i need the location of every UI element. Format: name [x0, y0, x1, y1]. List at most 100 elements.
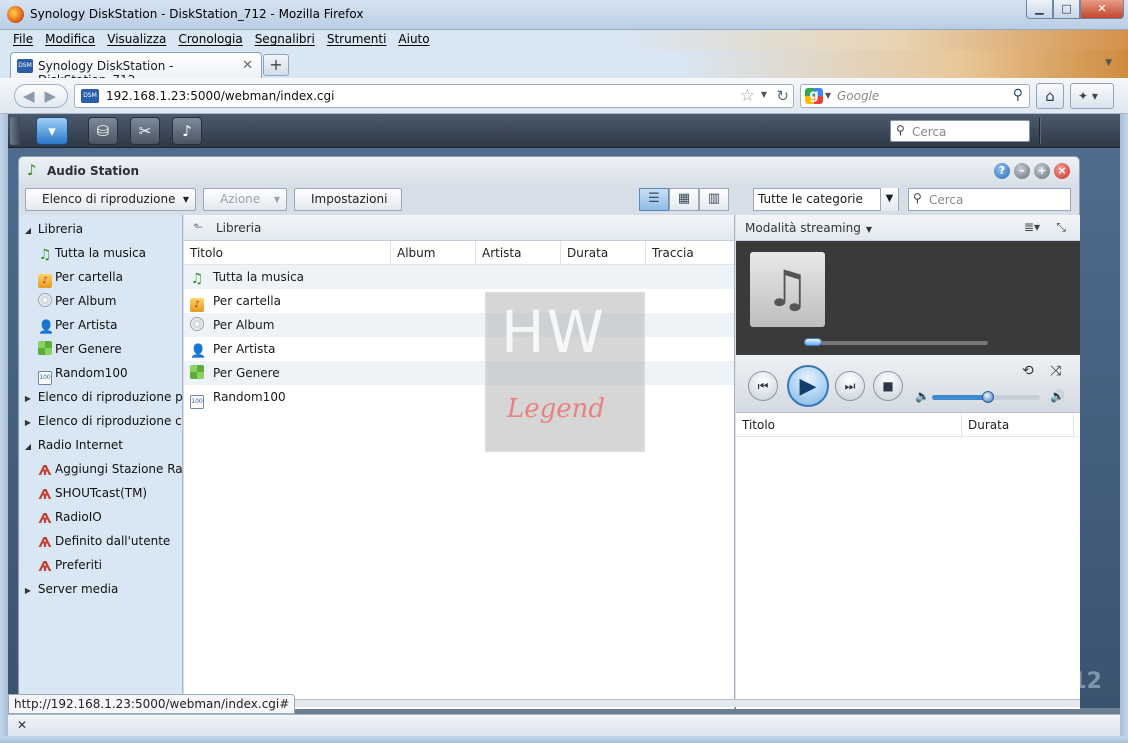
tree-item-random100[interactable]: 100 Random100: [38, 361, 128, 385]
chevron-down-icon[interactable]: ▼: [880, 188, 898, 211]
main-menu-button[interactable]: ▾: [36, 117, 68, 145]
tree-group-personal-playlists[interactable]: ▶ Elenco di riproduzione pe: [22, 385, 182, 411]
url-history-chevron-icon[interactable]: ▼: [761, 90, 767, 99]
coverflow-view-button[interactable]: ▥: [699, 188, 729, 211]
streaming-mode-dropdown[interactable]: Modalità streaming ▼: [745, 221, 872, 235]
menu-aiuto[interactable]: Aiuto: [391, 30, 434, 46]
back-forward-buttons[interactable]: ◀▶: [14, 84, 68, 108]
list-item-title: Per cartella: [213, 294, 281, 308]
app-close-icon[interactable]: ×: [1054, 163, 1070, 179]
app-maximize-icon[interactable]: +: [1034, 163, 1050, 179]
column-header-traccia[interactable]: Traccia: [646, 241, 731, 265]
minimize-button[interactable]: ▁: [1026, 0, 1053, 19]
list-item[interactable]: Per Genere: [184, 361, 734, 385]
volume-handle[interactable]: [982, 391, 995, 403]
collapsed-triangle-icon[interactable]: ▶: [22, 411, 34, 435]
repeat-icon[interactable]: ⟲: [1022, 363, 1034, 379]
web-search-box[interactable]: g ▼ Google ⚲: [800, 84, 1030, 108]
app-minimize-icon[interactable]: –: [1014, 163, 1030, 179]
grid-view-button[interactable]: ▦: [669, 188, 699, 211]
tab-list-chevron-icon[interactable]: ▼: [1105, 58, 1112, 68]
search-icon[interactable]: ⚲: [1013, 87, 1023, 103]
previous-track-button[interactable]: ⏮: [748, 371, 778, 401]
tree-group-shared-playlists[interactable]: ▶ Elenco di riproduzione co: [22, 409, 182, 435]
url-bar[interactable]: DSM 192.168.1.23:5000/webman/index.cgi ☆…: [74, 84, 794, 108]
app-toolbar: Elenco di riproduzione ▼ Azione ▼ Impost…: [19, 185, 1079, 215]
column-header-titolo[interactable]: Titolo: [736, 413, 962, 437]
taskbar-grip[interactable]: [10, 117, 20, 145]
menu-file[interactable]: File: [0, 30, 38, 46]
collapsed-triangle-icon[interactable]: ▶: [22, 579, 34, 603]
tree-group-server-media[interactable]: ▶ Server media: [22, 577, 118, 601]
tree-group-libreria[interactable]: ◢ Libreria: [22, 217, 83, 241]
new-tab-button[interactable]: +: [263, 54, 289, 76]
library-search-placeholder: Cerca: [929, 193, 964, 207]
menu-segnalibri[interactable]: Segnalibri: [248, 30, 320, 46]
app-titlebar[interactable]: ♪ Audio Station ? – + ×: [19, 157, 1079, 185]
control-panel-button[interactable]: ✂: [130, 117, 160, 145]
bookmark-star-icon[interactable]: ☆: [740, 86, 755, 106]
maximize-button[interactable]: □: [1053, 0, 1080, 19]
settings-button[interactable]: Impostazioni: [294, 188, 402, 211]
seek-bar[interactable]: [804, 341, 988, 345]
search-engine-chevron-icon[interactable]: ▼: [825, 91, 831, 100]
tab-diskstation[interactable]: DSM Synology DiskStation - DiskStation_7…: [10, 52, 262, 87]
menu-cronologia[interactable]: Cronologia: [171, 30, 247, 46]
tree-item-shoutcast[interactable]: Ѧ SHOUTcast(TM): [38, 481, 148, 505]
audio-station-taskbar-button[interactable]: ♪: [172, 117, 202, 145]
seek-handle[interactable]: [804, 338, 822, 346]
tree-item-per-album[interactable]: Per Album: [38, 289, 116, 313]
playlist-dropdown[interactable]: Elenco di riproduzione ▼: [25, 188, 196, 211]
menu-visualizza[interactable]: Visualizza: [100, 30, 171, 46]
expand-triangle-icon[interactable]: ◢: [22, 219, 34, 243]
tree-item-tutta-la-musica[interactable]: ♫ Tutta la musica: [38, 241, 146, 265]
tree-item-radioio[interactable]: Ѧ RadioIO: [38, 505, 102, 529]
mini-player-icon[interactable]: ⤡: [1056, 220, 1066, 235]
tree-item-user-defined[interactable]: Ѧ Definito dall'utente: [38, 529, 171, 553]
list-view-button[interactable]: ☰: [639, 188, 669, 211]
up-level-icon[interactable]: ⬑: [193, 220, 203, 234]
list-item[interactable]: ♪ Per cartella: [184, 289, 734, 313]
shuffle-icon[interactable]: ⤨: [1050, 363, 1061, 379]
close-window-button[interactable]: ✕: [1080, 0, 1124, 19]
list-item[interactable]: Per Album: [184, 313, 734, 337]
menu-modifica[interactable]: Modifica: [38, 30, 100, 46]
tree-item-per-artista[interactable]: 👤Per Artista: [38, 313, 117, 337]
collapsed-triangle-icon[interactable]: ▶: [22, 387, 34, 411]
list-item[interactable]: 👤 Per Artista: [184, 337, 734, 361]
tree-item-preferiti[interactable]: Ѧ Preferiti: [38, 553, 102, 577]
expand-triangle-icon[interactable]: ◢: [22, 435, 34, 459]
tree-item-add-station[interactable]: Ѧ Aggiungi Stazione Rac: [38, 457, 182, 481]
column-header-album[interactable]: Album: [391, 241, 476, 265]
library-search-input[interactable]: ⚲ Cerca: [908, 188, 1071, 211]
dsm-search-box[interactable]: ⚲ Cerca: [890, 120, 1030, 142]
close-addon-bar-icon[interactable]: ✕: [17, 718, 27, 732]
play-button[interactable]: ▶: [787, 365, 829, 407]
list-item[interactable]: ♫ Tutta la musica: [184, 265, 734, 289]
column-header-durata[interactable]: Durata: [561, 241, 646, 265]
playlist-menu-icon[interactable]: ≣▾: [1024, 220, 1040, 234]
next-track-button[interactable]: ⏭: [835, 371, 865, 401]
addons-button[interactable]: ✦ ▾: [1070, 83, 1114, 109]
stop-button[interactable]: ■: [873, 371, 903, 401]
storage-manager-button[interactable]: ⛁: [88, 117, 118, 145]
reload-icon[interactable]: ↻: [776, 87, 789, 105]
category-select[interactable]: Tutte le categorie ▼: [753, 188, 899, 211]
column-header-durata[interactable]: Durata: [962, 413, 1074, 437]
column-header-artista[interactable]: Artista: [476, 241, 561, 265]
list-item-title: Random100: [213, 390, 286, 404]
help-icon[interactable]: ?: [994, 163, 1010, 179]
url-text[interactable]: 192.168.1.23:5000/webman/index.cgi: [106, 89, 334, 103]
tab-close-icon[interactable]: ✕: [242, 58, 253, 73]
breadcrumb-label[interactable]: Libreria: [216, 221, 261, 235]
dsm-search-icon: ⚲: [896, 123, 905, 137]
tree-item-per-genere[interactable]: Per Genere: [38, 337, 122, 361]
action-dropdown[interactable]: Azione ▼: [203, 188, 287, 211]
google-logo-icon[interactable]: g: [805, 88, 823, 104]
home-button[interactable]: ⌂: [1036, 83, 1064, 109]
tree-group-radio-internet[interactable]: ◢ Radio Internet: [22, 433, 123, 457]
list-item[interactable]: 100 Random100: [184, 385, 734, 409]
column-header-titolo[interactable]: Titolo: [184, 241, 391, 265]
menu-strumenti[interactable]: Strumenti: [320, 30, 392, 46]
tree-item-per-cartella[interactable]: ♪ Per cartella: [38, 265, 123, 289]
